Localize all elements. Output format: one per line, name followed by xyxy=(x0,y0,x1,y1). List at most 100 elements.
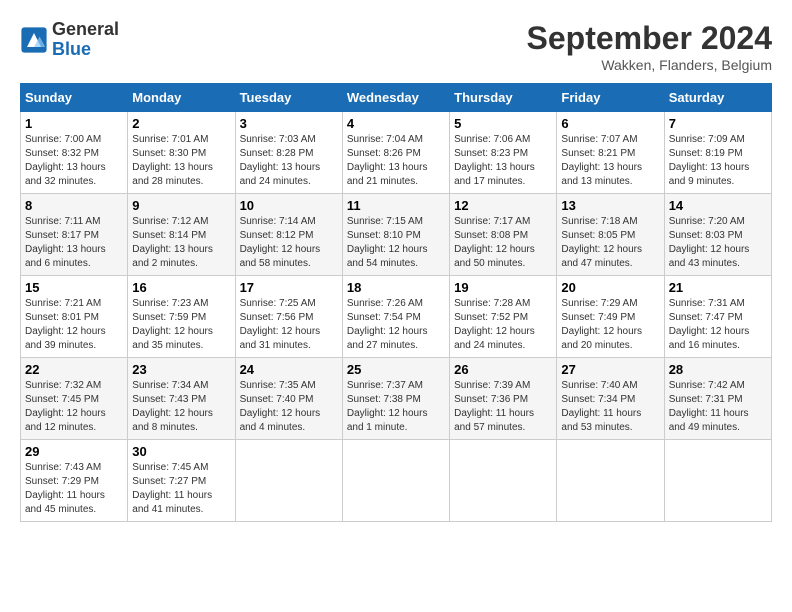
calendar-cell: 29 Sunrise: 7:43 AMSunset: 7:29 PMDayligh… xyxy=(21,440,128,522)
calendar-row: 1Sunrise: 7:00 AMSunset: 8:32 PMDaylight… xyxy=(21,112,772,194)
calendar-cell: 17Sunrise: 7:25 AMSunset: 7:56 PMDayligh… xyxy=(235,276,342,358)
day-number: 4 xyxy=(347,116,445,131)
title-block: September 2024 Wakken, Flanders, Belgium xyxy=(527,20,772,73)
day-header-saturday: Saturday xyxy=(664,84,771,112)
calendar-cell: 3Sunrise: 7:03 AMSunset: 8:28 PMDaylight… xyxy=(235,112,342,194)
day-info: Sunrise: 7:15 AMSunset: 8:10 PMDaylight:… xyxy=(347,215,445,271)
calendar-cell: 4 Sunrise: 7:04 AMSunset: 8:26 PMDaylight… xyxy=(342,112,449,194)
day-info: Sunrise: 7:31 AMSunset: 7:47 PMDaylight:… xyxy=(669,297,767,353)
day-info: Sunrise: 7:09 AMSunset: 8:19 PMDaylight:… xyxy=(669,133,767,189)
calendar-cell: 2Sunrise: 7:01 AMSunset: 8:30 PMDaylight… xyxy=(128,112,235,194)
day-number: 24 xyxy=(240,362,338,377)
day-info: Sunrise: 7:17 AMSunset: 8:08 PMDaylight:… xyxy=(454,215,552,271)
day-info: Sunrise: 7:43 AMSunset: 7:29 PMDaylight:… xyxy=(25,461,123,517)
calendar-cell: 12 Sunrise: 7:17 AMSunset: 8:08 PMDayligh… xyxy=(450,194,557,276)
day-info: Sunrise: 7:21 AMSunset: 8:01 PMDaylight:… xyxy=(25,297,123,353)
day-info: Sunrise: 7:07 AMSunset: 8:21 PMDaylight:… xyxy=(561,133,659,189)
logo-blue: Blue xyxy=(52,40,119,60)
day-info: Sunrise: 7:32 AMSunset: 7:45 PMDaylight:… xyxy=(25,379,123,435)
calendar-cell xyxy=(450,440,557,522)
day-number: 23 xyxy=(132,362,230,377)
day-info: Sunrise: 7:35 AMSunset: 7:40 PMDaylight:… xyxy=(240,379,338,435)
day-number: 11 xyxy=(347,198,445,213)
location: Wakken, Flanders, Belgium xyxy=(527,57,772,73)
day-number: 2 xyxy=(132,116,230,131)
calendar-cell: 6 Sunrise: 7:07 AMSunset: 8:21 PMDaylight… xyxy=(557,112,664,194)
day-info: Sunrise: 7:23 AMSunset: 7:59 PMDaylight:… xyxy=(132,297,230,353)
calendar-cell: 7 Sunrise: 7:09 AMSunset: 8:19 PMDaylight… xyxy=(664,112,771,194)
calendar-cell: 25 Sunrise: 7:37 AMSunset: 7:38 PMDayligh… xyxy=(342,358,449,440)
calendar-cell: 20 Sunrise: 7:29 AMSunset: 7:49 PMDayligh… xyxy=(557,276,664,358)
day-number: 26 xyxy=(454,362,552,377)
calendar-cell: 28 Sunrise: 7:42 AMSunset: 7:31 PMDayligh… xyxy=(664,358,771,440)
day-number: 5 xyxy=(454,116,552,131)
day-number: 6 xyxy=(561,116,659,131)
day-info: Sunrise: 7:04 AMSunset: 8:26 PMDaylight:… xyxy=(347,133,445,189)
day-info: Sunrise: 7:45 AMSunset: 7:27 PMDaylight:… xyxy=(132,461,230,517)
calendar-cell: 11 Sunrise: 7:15 AMSunset: 8:10 PMDayligh… xyxy=(342,194,449,276)
day-info: Sunrise: 7:37 AMSunset: 7:38 PMDaylight:… xyxy=(347,379,445,435)
day-number: 22 xyxy=(25,362,123,377)
day-info: Sunrise: 7:18 AMSunset: 8:05 PMDaylight:… xyxy=(561,215,659,271)
calendar-cell: 1Sunrise: 7:00 AMSunset: 8:32 PMDaylight… xyxy=(21,112,128,194)
calendar-row: 22 Sunrise: 7:32 AMSunset: 7:45 PMDayligh… xyxy=(21,358,772,440)
page-header: General Blue September 2024 Wakken, Flan… xyxy=(20,20,772,73)
calendar-cell xyxy=(235,440,342,522)
day-info: Sunrise: 7:11 AMSunset: 8:17 PMDaylight:… xyxy=(25,215,123,271)
day-number: 7 xyxy=(669,116,767,131)
calendar-cell: 22 Sunrise: 7:32 AMSunset: 7:45 PMDayligh… xyxy=(21,358,128,440)
calendar-row: 15 Sunrise: 7:21 AMSunset: 8:01 PMDayligh… xyxy=(21,276,772,358)
day-number: 25 xyxy=(347,362,445,377)
calendar-table: SundayMondayTuesdayWednesdayThursdayFrid… xyxy=(20,83,772,522)
day-number: 28 xyxy=(669,362,767,377)
day-info: Sunrise: 7:42 AMSunset: 7:31 PMDaylight:… xyxy=(669,379,767,435)
calendar-cell: 26 Sunrise: 7:39 AMSunset: 7:36 PMDayligh… xyxy=(450,358,557,440)
calendar-cell: 19Sunrise: 7:28 AMSunset: 7:52 PMDayligh… xyxy=(450,276,557,358)
day-info: Sunrise: 7:39 AMSunset: 7:36 PMDaylight:… xyxy=(454,379,552,435)
logo: General Blue xyxy=(20,20,119,60)
day-number: 29 xyxy=(25,444,123,459)
day-info: Sunrise: 7:25 AMSunset: 7:56 PMDaylight:… xyxy=(240,297,338,353)
day-info: Sunrise: 7:12 AMSunset: 8:14 PMDaylight:… xyxy=(132,215,230,271)
day-header-monday: Monday xyxy=(128,84,235,112)
day-number: 15 xyxy=(25,280,123,295)
calendar-cell xyxy=(342,440,449,522)
day-info: Sunrise: 7:26 AMSunset: 7:54 PMDaylight:… xyxy=(347,297,445,353)
day-number: 3 xyxy=(240,116,338,131)
calendar-cell: 24 Sunrise: 7:35 AMSunset: 7:40 PMDayligh… xyxy=(235,358,342,440)
day-info: Sunrise: 7:40 AMSunset: 7:34 PMDaylight:… xyxy=(561,379,659,435)
day-number: 18 xyxy=(347,280,445,295)
calendar-cell: 30Sunrise: 7:45 AMSunset: 7:27 PMDayligh… xyxy=(128,440,235,522)
calendar-cell: 27 Sunrise: 7:40 AMSunset: 7:34 PMDayligh… xyxy=(557,358,664,440)
day-info: Sunrise: 7:20 AMSunset: 8:03 PMDaylight:… xyxy=(669,215,767,271)
calendar-cell: 21 Sunrise: 7:31 AMSunset: 7:47 PMDayligh… xyxy=(664,276,771,358)
day-number: 27 xyxy=(561,362,659,377)
calendar-cell: 14 Sunrise: 7:20 AMSunset: 8:03 PMDayligh… xyxy=(664,194,771,276)
calendar-row: 29 Sunrise: 7:43 AMSunset: 7:29 PMDayligh… xyxy=(21,440,772,522)
calendar-cell xyxy=(664,440,771,522)
day-number: 19 xyxy=(454,280,552,295)
day-number: 21 xyxy=(669,280,767,295)
day-number: 8 xyxy=(25,198,123,213)
calendar-cell: 18 Sunrise: 7:26 AMSunset: 7:54 PMDayligh… xyxy=(342,276,449,358)
day-number: 14 xyxy=(669,198,767,213)
month-title: September 2024 xyxy=(527,20,772,57)
day-number: 9 xyxy=(132,198,230,213)
day-header-wednesday: Wednesday xyxy=(342,84,449,112)
day-number: 13 xyxy=(561,198,659,213)
day-number: 12 xyxy=(454,198,552,213)
calendar-cell: 16 Sunrise: 7:23 AMSunset: 7:59 PMDayligh… xyxy=(128,276,235,358)
day-header-thursday: Thursday xyxy=(450,84,557,112)
calendar-cell: 5Sunrise: 7:06 AMSunset: 8:23 PMDaylight… xyxy=(450,112,557,194)
day-info: Sunrise: 7:29 AMSunset: 7:49 PMDaylight:… xyxy=(561,297,659,353)
day-header-tuesday: Tuesday xyxy=(235,84,342,112)
day-info: Sunrise: 7:14 AMSunset: 8:12 PMDaylight:… xyxy=(240,215,338,271)
day-info: Sunrise: 7:34 AMSunset: 7:43 PMDaylight:… xyxy=(132,379,230,435)
day-header-sunday: Sunday xyxy=(21,84,128,112)
calendar-cell: 9 Sunrise: 7:12 AMSunset: 8:14 PMDaylight… xyxy=(128,194,235,276)
day-number: 10 xyxy=(240,198,338,213)
day-number: 20 xyxy=(561,280,659,295)
day-number: 16 xyxy=(132,280,230,295)
day-number: 1 xyxy=(25,116,123,131)
logo-icon xyxy=(20,26,48,54)
